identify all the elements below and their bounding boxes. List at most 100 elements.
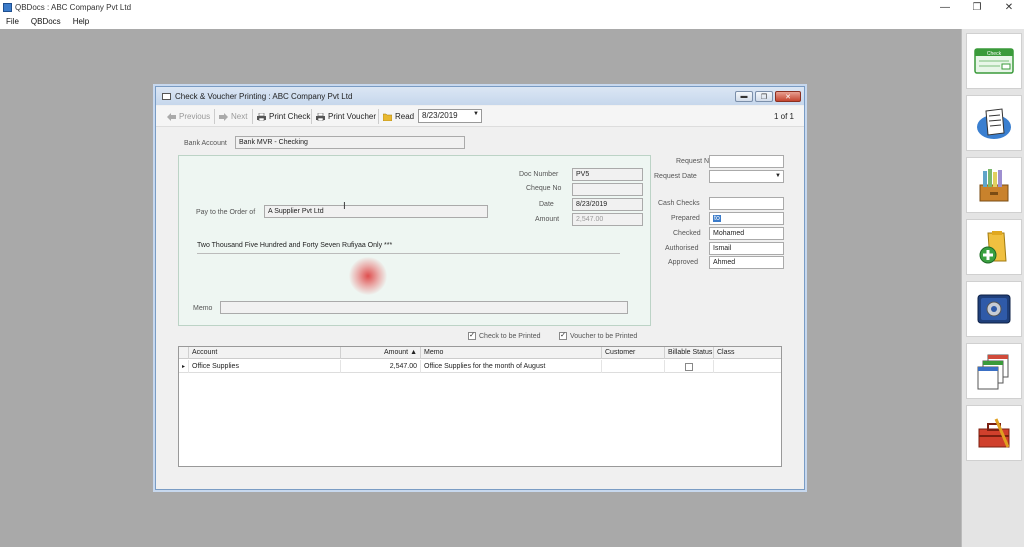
request-date-select[interactable]: ▼ (709, 170, 784, 183)
table-row[interactable]: ▸ Office Supplies 2,547.00 Office Suppli… (179, 360, 781, 373)
read-label: Read (395, 112, 415, 121)
dialog-window-icon (162, 92, 171, 100)
grid-header: Account Amount ▲ Memo Customer Billable … (179, 347, 781, 359)
cash-checks-field[interactable] (709, 197, 784, 210)
check-button[interactable]: Check (966, 33, 1022, 89)
amount-words-line (197, 253, 620, 254)
check-icon: Check (974, 48, 1014, 74)
app-title: QBDocs : ABC Company Pvt Ltd (15, 2, 132, 12)
cell-memo[interactable]: Office Supplies for the month of August (421, 360, 602, 373)
voucher-to-be-printed-checkbox[interactable]: ✓ Voucher to be Printed (559, 332, 637, 340)
menu-file[interactable]: File (0, 17, 25, 26)
next-button[interactable]: Next (216, 109, 250, 124)
approved-label: Approved (668, 259, 698, 266)
windows-button[interactable] (966, 343, 1022, 399)
print-voucher-button[interactable]: Print Voucher (313, 109, 379, 124)
request-no-label: Request No (676, 158, 713, 165)
column-header-customer[interactable]: Customer (602, 347, 665, 359)
date-select[interactable]: 8/23/2019 ▼ (418, 109, 482, 123)
menu-qbdocs[interactable]: QBDocs (25, 17, 67, 26)
folder-icon (383, 113, 392, 121)
close-button[interactable]: ✕ (994, 0, 1024, 14)
check-voucher-dialog: Check & Voucher Printing : ABC Company P… (155, 86, 805, 490)
checked-field[interactable]: Mohamed (709, 227, 784, 240)
check-icon-label: Check (987, 51, 1002, 57)
cheque-no-label: Cheque No (526, 185, 562, 192)
date-label: Date (539, 201, 554, 208)
column-header-memo[interactable]: Memo (421, 347, 602, 359)
cell-amount[interactable]: 2,547.00 (341, 360, 421, 373)
check-to-be-printed-checkbox[interactable]: ✓ Check to be Printed (468, 332, 540, 340)
amount-field[interactable]: 2,547.00 (572, 213, 643, 226)
checkmark-icon: ✓ (559, 332, 567, 340)
pager: 1 of 1 (773, 112, 794, 121)
prepared-field[interactable]: to (709, 212, 784, 225)
cursor-click-marker (349, 257, 387, 295)
pay-to-field[interactable]: A Supplier Pvt Ltd (264, 205, 488, 218)
cash-checks-label: Cash Checks (658, 200, 700, 207)
date-field[interactable]: 8/23/2019 (572, 198, 643, 211)
read-button[interactable]: Read (380, 109, 417, 124)
file-cabinet-button[interactable] (966, 157, 1022, 213)
chevron-down-icon: ▼ (473, 111, 479, 117)
restore-button[interactable]: ❐ (962, 0, 992, 14)
billable-checkbox[interactable] (685, 363, 693, 371)
column-header-amount[interactable]: Amount ▲ (341, 347, 421, 359)
bank-account-label: Bank Account (184, 140, 227, 147)
printer-icon (316, 112, 325, 121)
dialog-restore-button[interactable]: ❐ (755, 91, 773, 102)
bank-account-field[interactable]: Bank MVR - Checking (235, 136, 465, 149)
cheque-no-field[interactable] (572, 183, 643, 196)
amount-in-words: Two Thousand Five Hundred and Forty Seve… (197, 242, 393, 249)
column-header-class[interactable]: Class (714, 347, 781, 359)
print-check-button[interactable]: Print Check (254, 109, 313, 124)
arrow-right-icon (219, 112, 228, 121)
request-date-label: Request Date (654, 173, 697, 180)
approved-field[interactable]: Ahmed (709, 256, 784, 269)
file-cabinet-icon (979, 169, 1009, 202)
checkmark-icon: ✓ (468, 332, 476, 340)
check-to-be-printed-label: Check to be Printed (479, 332, 541, 340)
chevron-down-icon: ▼ (775, 173, 781, 179)
row-pointer-icon: ▸ (179, 360, 189, 373)
dialog-title: Check & Voucher Printing : ABC Company P… (175, 91, 353, 101)
checked-label: Checked (673, 230, 701, 237)
column-header-billable-status[interactable]: Billable Status (665, 347, 714, 359)
doc-number-label: Doc Number (519, 171, 559, 178)
arrow-left-icon (167, 112, 176, 121)
voucher-to-be-printed-label: Voucher to be Printed (570, 332, 638, 340)
next-label: Next (231, 112, 248, 121)
authorised-field[interactable]: Ismail (709, 242, 784, 255)
column-header-account[interactable]: Account (189, 347, 341, 359)
add-folder-button[interactable] (966, 219, 1022, 275)
cell-billable-status[interactable] (665, 360, 714, 373)
previous-label: Previous (179, 112, 211, 121)
memo-field[interactable] (220, 301, 628, 314)
grid-row-selector-header (179, 347, 189, 359)
request-no-field[interactable] (709, 155, 784, 168)
doc-number-field[interactable]: PV5 (572, 168, 643, 181)
menu-help[interactable]: Help (67, 17, 95, 26)
add-folder-icon (979, 231, 1007, 264)
date-select-value: 8/23/2019 (422, 111, 458, 120)
toolbox-button[interactable] (966, 405, 1022, 461)
print-voucher-label: Print Voucher (328, 112, 377, 121)
receipt-button[interactable] (966, 95, 1022, 151)
prepared-selected-text: to (713, 215, 721, 222)
settings-button[interactable] (966, 281, 1022, 337)
dialog-close-button[interactable]: ✕ (775, 91, 801, 102)
cell-customer[interactable] (602, 360, 665, 373)
previous-button[interactable]: Previous (164, 109, 213, 124)
expense-grid: Account Amount ▲ Memo Customer Billable … (178, 346, 782, 467)
pay-to-label: Pay to the Order of (196, 209, 256, 216)
dialog-minimize-button[interactable]: ▬ (735, 91, 753, 102)
app-titlebar: QBDocs : ABC Company Pvt Ltd — ❐ ✕ (0, 0, 1024, 14)
cell-class[interactable] (714, 360, 781, 373)
cell-account[interactable]: Office Supplies (189, 360, 341, 373)
dialog-toolbar: Previous Next Print Check Print Voucher … (156, 106, 804, 127)
dialog-titlebar: Check & Voucher Printing : ABC Company P… (156, 87, 804, 105)
authorised-label: Authorised (665, 245, 699, 252)
amount-label: Amount (535, 216, 560, 223)
receipt-icon (977, 108, 1011, 139)
minimize-button[interactable]: — (930, 0, 960, 14)
